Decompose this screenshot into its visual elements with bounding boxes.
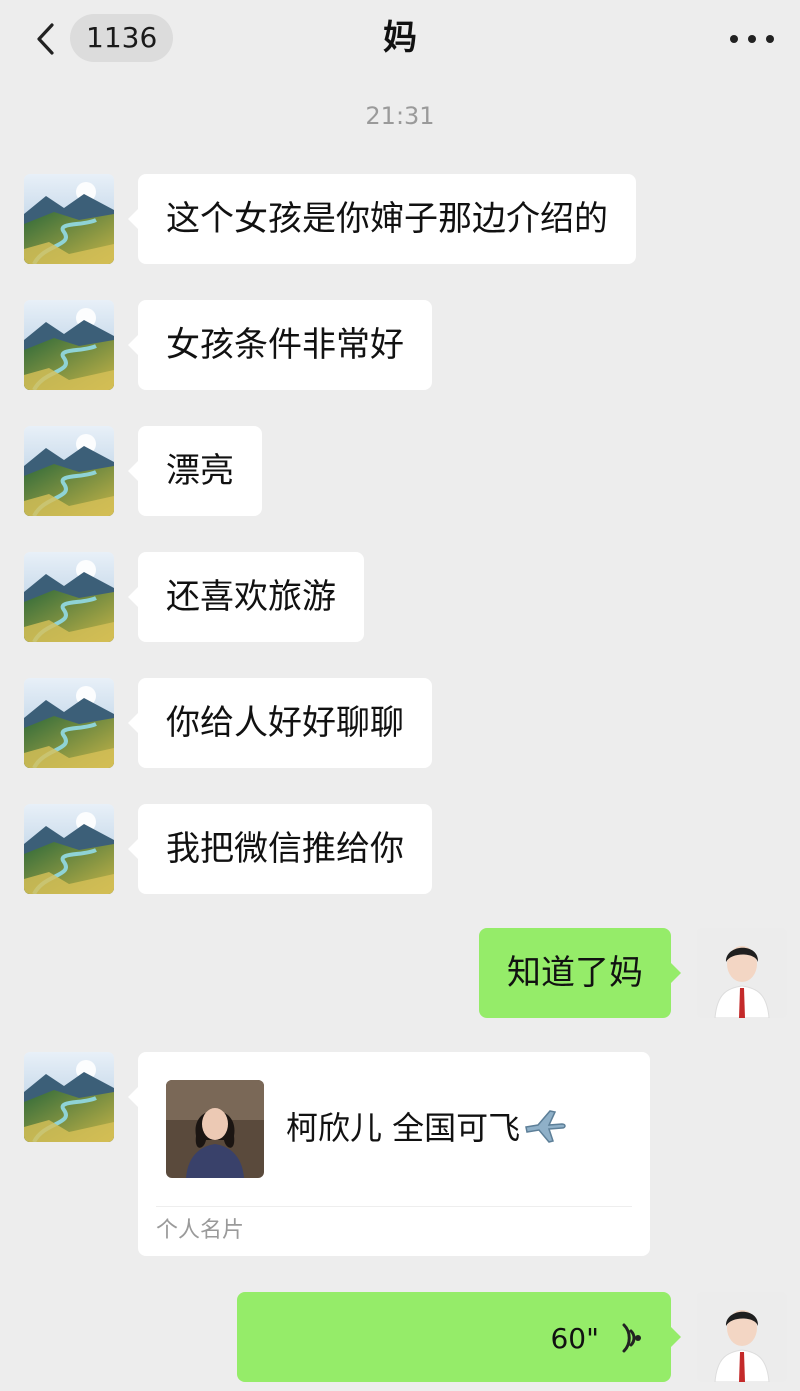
contact-avatar[interactable] <box>24 174 114 264</box>
contact-card-name: 柯欣儿 全国可飞 <box>286 1104 568 1152</box>
message-timestamp: 21:31 <box>365 102 435 130</box>
contact-avatar[interactable] <box>24 300 114 390</box>
voice-wave-icon <box>622 1323 641 1353</box>
contact-card-name-text: 柯欣儿 全国可飞 <box>286 1109 521 1147</box>
contact-avatar[interactable] <box>24 804 114 894</box>
outgoing-message-bubble[interactable]: 知道了妈 <box>479 928 681 1018</box>
incoming-message-bubble[interactable]: 这个女孩是你婶子那边介绍的 <box>128 174 636 264</box>
voice-duration: 60" <box>550 1322 599 1355</box>
incoming-message-bubble[interactable]: 漂亮 <box>128 426 262 516</box>
more-dots-icon[interactable] <box>726 22 778 56</box>
contact-card[interactable]: 柯欣儿 全国可飞 个人名片 <box>128 1052 650 1256</box>
contact-card-photo <box>166 1080 264 1178</box>
chat-header: 1136 妈 <box>0 0 800 80</box>
contact-avatar[interactable] <box>24 678 114 768</box>
card-divider <box>156 1206 632 1207</box>
voice-message-bubble[interactable]: 60" <box>237 1292 681 1382</box>
incoming-message-bubble[interactable]: 还喜欢旅游 <box>128 552 364 642</box>
contact-avatar[interactable] <box>24 426 114 516</box>
my-avatar[interactable] <box>697 928 787 1018</box>
contact-card-label: 个人名片 <box>156 1218 245 1243</box>
incoming-message-bubble[interactable]: 我把微信推给你 <box>128 804 432 894</box>
incoming-message-bubble[interactable]: 你给人好好聊聊 <box>128 678 432 768</box>
contact-avatar[interactable] <box>24 552 114 642</box>
contact-avatar[interactable] <box>24 1052 114 1142</box>
dot <box>730 35 738 43</box>
my-avatar[interactable] <box>697 1292 787 1382</box>
chat-title: 妈 <box>383 18 417 58</box>
incoming-message-bubble[interactable]: 女孩条件非常好 <box>128 300 432 390</box>
dot <box>748 35 756 43</box>
airplane-icon <box>525 1110 566 1143</box>
dot <box>766 35 774 43</box>
